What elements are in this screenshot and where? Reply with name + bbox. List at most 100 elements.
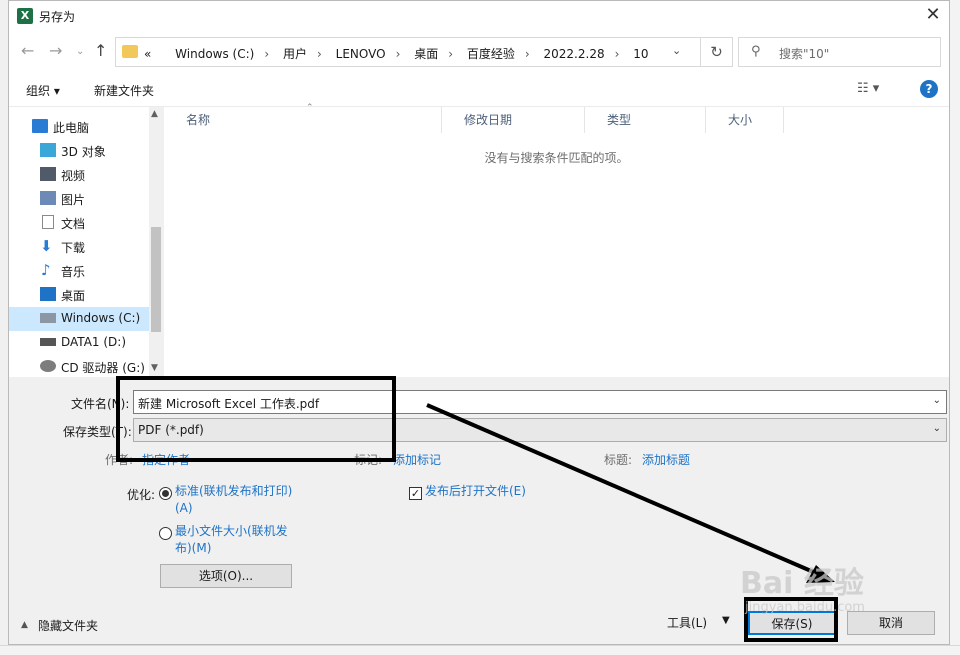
picture-icon [40, 191, 56, 205]
organize-button[interactable]: 组织 ▾ [26, 82, 60, 99]
hide-folders-button[interactable]: 隐藏文件夹 [38, 617, 98, 634]
chevron-down-icon[interactable]: ⌄ [933, 423, 941, 434]
chevron-down-icon[interactable]: ⌄ [672, 44, 681, 57]
search-placeholder: 搜索"10" [779, 47, 830, 61]
navigation-bar: ← → ⌄ ↑ « Windows (C:) › 用户 › LENOVO › 桌面 › … [9, 31, 949, 71]
address-bar[interactable]: « Windows (C:) › 用户 › LENOVO › 桌面 › 百度经验 › 20… [115, 37, 701, 67]
background-window-edge-right [950, 0, 960, 655]
download-icon: ⬇ [40, 237, 53, 255]
sidebar-item-label: 视频 [61, 169, 86, 183]
column-header-size[interactable]: 大小 [706, 107, 784, 133]
chevron-up-icon[interactable]: ▲ [21, 620, 28, 630]
add-title-link[interactable]: 添加标题 [642, 451, 690, 468]
up-arrow-icon[interactable]: ↑ [94, 41, 107, 60]
chevron-down-icon[interactable]: ⌄ [933, 395, 941, 406]
recent-dropdown-icon[interactable]: ⌄ [76, 46, 84, 57]
document-icon [42, 215, 54, 229]
sidebar-item-label: DATA1 (D:) [61, 335, 127, 349]
command-bar: 组织 ▾ 新建文件夹 ☷ ▾ ? [9, 71, 949, 107]
option-text-line: 布)(M) [175, 541, 212, 555]
sidebar-item-music[interactable]: ♪ 音乐 [9, 259, 149, 283]
sidebar-item-label: 下载 [61, 241, 86, 255]
drive-icon [40, 338, 56, 346]
open-after-publish-checkbox[interactable]: ✓ [409, 487, 422, 500]
sidebar-item-this-pc[interactable]: 此电脑 [9, 115, 149, 139]
add-tags-link[interactable]: 添加标记 [393, 451, 441, 468]
column-header-type[interactable]: 类型 [585, 107, 706, 133]
sidebar-item-downloads[interactable]: ⬇ 下载 [9, 235, 149, 259]
background-window-edge [0, 0, 8, 655]
new-folder-button[interactable]: 新建文件夹 [94, 82, 154, 99]
sidebar-item-label: 文档 [61, 217, 86, 231]
breadcrumb-item[interactable]: 桌面 [414, 47, 438, 61]
excel-icon: X [17, 8, 33, 24]
back-arrow-icon[interactable]: ← [21, 41, 34, 60]
options-button[interactable]: 选项(O)... [160, 564, 292, 588]
window-title: 另存为 [39, 10, 76, 24]
optimize-minimum-label[interactable]: 最小文件大小(联机发 布)(M) [175, 523, 288, 557]
cube-icon [40, 143, 56, 157]
breadcrumb-item[interactable]: LENOVO [336, 47, 386, 61]
optimize-standard-radio[interactable] [159, 487, 172, 500]
music-icon: ♪ [41, 261, 51, 279]
breadcrumb-overflow[interactable]: « [144, 47, 151, 61]
folder-icon [122, 45, 138, 58]
open-after-publish-label[interactable]: 发布后打开文件(E) [425, 483, 526, 500]
breadcrumb-item[interactable]: 10 [633, 47, 648, 61]
search-input[interactable]: ⚲ 搜索"10" [738, 37, 941, 67]
scrollbar-thumb[interactable] [151, 227, 161, 332]
option-text-line: (A) [175, 501, 193, 515]
pc-icon [32, 119, 48, 133]
breadcrumb-item[interactable]: Windows (C:) [175, 47, 254, 61]
option-text-line: 标准(联机发布和打印) [175, 484, 293, 498]
view-options-icon[interactable]: ☷ ▾ [857, 81, 879, 96]
optimize-minimum-radio[interactable] [159, 527, 172, 540]
navigation-scrollbar[interactable]: ▲ ▼ [149, 107, 163, 377]
sidebar-item-label: CD 驱动器 (G:) [61, 361, 145, 375]
cd-drive-icon [40, 360, 56, 372]
baidu-watermark: Bai 经验 [740, 566, 864, 601]
forward-arrow-icon[interactable]: → [49, 41, 62, 60]
highlight-box-filename [116, 376, 396, 462]
empty-list-message: 没有与搜索条件匹配的项。 [484, 151, 629, 165]
column-header-modified[interactable]: 修改日期 [442, 107, 585, 133]
sidebar-item-label: 图片 [61, 193, 86, 207]
breadcrumb-item[interactable]: 百度经验 [467, 47, 515, 61]
close-button[interactable]: ✕ [921, 5, 945, 27]
navigation-pane: 此电脑 3D 对象 视频 图片 文档 ⬇ 下载 ♪ 音乐 桌面 Windows … [9, 107, 163, 377]
background-window-bottom [0, 645, 960, 655]
video-icon [40, 167, 56, 181]
file-list: ⌃ 名称 修改日期 类型 大小 没有与搜索条件匹配的项。 [164, 103, 949, 377]
help-icon[interactable]: ? [920, 80, 938, 98]
refresh-button[interactable]: ↻ [701, 37, 733, 67]
baidu-watermark-url: jingyan.baidu.com [745, 600, 865, 615]
sidebar-item-label: 此电脑 [53, 121, 90, 135]
sidebar-item-label: 桌面 [61, 289, 86, 303]
sidebar-item-pictures[interactable]: 图片 [9, 187, 149, 211]
sidebar-item-desktop[interactable]: 桌面 [9, 283, 149, 307]
scroll-up-icon[interactable]: ▲ [151, 109, 158, 119]
title-bar: X 另存为 ✕ [9, 1, 949, 31]
sidebar-item-data1-d[interactable]: DATA1 (D:) [9, 331, 149, 355]
optimize-standard-label[interactable]: 标准(联机发布和打印) (A) [175, 483, 292, 517]
tools-button[interactable]: 工具(L) [667, 614, 707, 631]
sidebar-item-3d-objects[interactable]: 3D 对象 [9, 139, 149, 163]
title-label: 标题: [604, 453, 633, 467]
sidebar-item-label: 音乐 [61, 265, 86, 279]
sidebar-item-windows-c[interactable]: Windows (C:) [9, 307, 149, 331]
tools-dropdown-icon[interactable]: ▼ [722, 615, 730, 626]
sidebar-item-label: 3D 对象 [61, 145, 106, 159]
drive-icon [40, 313, 56, 323]
breadcrumb: « Windows (C:) › 用户 › LENOVO › 桌面 › 百度经验 › 20… [144, 47, 649, 61]
sidebar-item-documents[interactable]: 文档 [9, 211, 149, 235]
optimize-label: 优化: [127, 488, 156, 502]
sidebar-item-label: Windows (C:) [61, 311, 141, 325]
desktop-icon [40, 287, 56, 301]
search-icon: ⚲ [751, 44, 761, 59]
option-text-line: 最小文件大小(联机发 [175, 524, 288, 538]
breadcrumb-item[interactable]: 2022.2.28 [544, 47, 605, 61]
breadcrumb-item[interactable]: 用户 [283, 47, 307, 61]
column-header-name[interactable]: 名称 [164, 107, 442, 133]
scroll-down-icon[interactable]: ▼ [151, 363, 158, 373]
sidebar-item-videos[interactable]: 视频 [9, 163, 149, 187]
